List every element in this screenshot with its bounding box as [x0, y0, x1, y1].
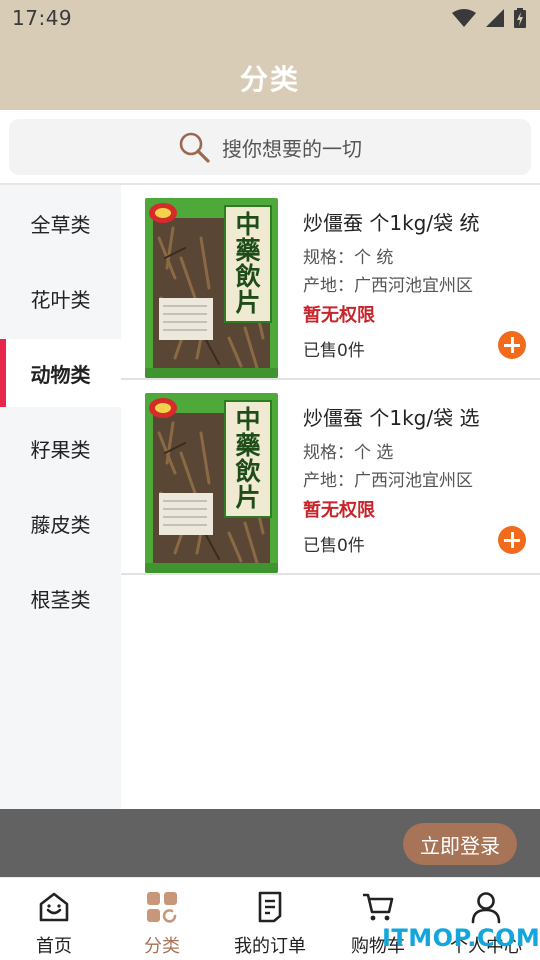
- product-sold-count: 已售0件: [303, 536, 365, 556]
- search-area: 搜你想要的一切: [0, 110, 540, 184]
- login-button[interactable]: 立即登录: [403, 823, 517, 865]
- sidebar-item-label: 根茎类: [30, 587, 91, 612]
- signal-icon: [486, 9, 504, 27]
- product-image[interactable]: 中藥飲片: [145, 198, 278, 378]
- product-image-label: 中藥飲片: [235, 405, 261, 512]
- sidebar-item-label: 花叶类: [30, 287, 91, 312]
- order-icon: [258, 891, 282, 923]
- product-name[interactable]: 炒僵蚕 个1kg/袋 统: [303, 207, 479, 236]
- sidebar-item-quancao[interactable]: 全草类: [0, 189, 121, 257]
- product-price: 暂无权限: [303, 500, 375, 521]
- sidebar-item-label: 藤皮类: [30, 512, 91, 537]
- product-origin: 产地：广西河池宜州区: [303, 471, 473, 491]
- product-card[interactable]: 中藥飲片 炒僵蚕 个1kg/袋 选 规格：个 选 产地：广西河池宜州区 暂无权限…: [121, 380, 540, 575]
- sidebar-item-genjing[interactable]: 根茎类: [0, 564, 121, 632]
- page-title: 分类: [239, 63, 300, 96]
- login-banner: 立即登录: [0, 809, 540, 877]
- product-image[interactable]: 中藥飲片: [145, 393, 278, 573]
- tab-label: 首页: [36, 936, 72, 957]
- tab-label: 分类: [144, 936, 180, 957]
- add-to-cart-button[interactable]: [498, 526, 526, 554]
- product-sold-count: 已售0件: [303, 341, 365, 361]
- sidebar-item-label: 动物类: [30, 362, 91, 387]
- product-spec: 规格：个 选: [303, 443, 394, 463]
- watermark: ITMOP.COM: [382, 924, 540, 952]
- category-icon: [147, 892, 177, 923]
- home-icon: [39, 892, 69, 922]
- wifi-icon: [452, 9, 476, 27]
- product-spec: 规格：个 统: [303, 248, 394, 268]
- tab-home[interactable]: 首页: [0, 878, 108, 960]
- app-header: 17:49 分类: [0, 0, 540, 110]
- sidebar-item-huaye[interactable]: 花叶类: [0, 264, 121, 332]
- tab-label: 我的订单: [234, 936, 306, 957]
- tab-my-orders[interactable]: 我的订单: [216, 878, 324, 960]
- battery-icon: [514, 8, 526, 28]
- status-time: 17:49: [12, 6, 73, 30]
- add-to-cart-button[interactable]: [498, 331, 526, 359]
- search-icon: [179, 132, 210, 163]
- status-icons: [452, 8, 526, 28]
- product-name[interactable]: 炒僵蚕 个1kg/袋 选: [303, 402, 479, 431]
- product-origin: 产地：广西河池宜州区: [303, 276, 473, 296]
- search-input[interactable]: 搜你想要的一切: [9, 119, 531, 175]
- tab-category[interactable]: 分类: [108, 878, 216, 960]
- sidebar-item-label: 全草类: [30, 212, 91, 237]
- product-image-label: 中藥飲片: [235, 210, 261, 317]
- product-card[interactable]: 中藥飲片 炒僵蚕 个1kg/袋 统 规格：个 统 产地：广西河池宜州区 暂无权限…: [121, 185, 540, 380]
- sidebar-item-label: 籽果类: [30, 437, 91, 462]
- sidebar-item-ziguo[interactable]: 籽果类: [0, 414, 121, 482]
- user-icon: [471, 892, 501, 924]
- product-price: 暂无权限: [303, 305, 375, 326]
- category-sidebar: 全草类 花叶类 动物类 籽果类 藤皮类 根茎类: [0, 185, 121, 877]
- cart-icon: [363, 893, 394, 921]
- sidebar-item-tengpi[interactable]: 藤皮类: [0, 489, 121, 557]
- search-placeholder: 搜你想要的一切: [222, 136, 362, 161]
- sidebar-item-dongwu[interactable]: 动物类: [0, 339, 121, 407]
- status-bar: 17:49: [0, 0, 540, 36]
